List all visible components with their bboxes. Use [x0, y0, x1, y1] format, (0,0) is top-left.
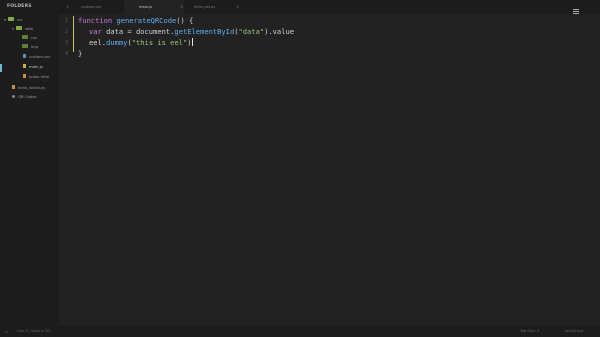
panel-toggle-icon[interactable]: ▫	[5, 329, 8, 334]
tree-folder-label: web	[25, 25, 33, 31]
code-token: document.	[135, 27, 175, 36]
tree-item-index-html[interactable]: index.html	[23, 72, 49, 80]
file-icon	[23, 74, 26, 78]
sidebar: FOLDERS src web css img custom.css main.…	[0, 0, 59, 337]
tree-item-hello-world[interactable]: hello_world.py	[12, 83, 45, 91]
line-number: 1	[65, 18, 69, 24]
folder-icon	[16, 26, 22, 30]
line-number: 3	[65, 40, 69, 46]
tab-custom-css[interactable]: × custom.css	[64, 0, 124, 14]
tab-hello-eel[interactable]: hello_eel.py ×	[184, 0, 244, 14]
tab-label: main.js	[139, 5, 152, 9]
tab-main-js[interactable]: main.js ×	[124, 0, 184, 14]
syntax-indicator[interactable]: JavaScript	[565, 329, 583, 333]
file-icon	[23, 54, 26, 58]
tab-label: custom.css	[81, 5, 102, 9]
tree-item-img[interactable]: img	[22, 42, 38, 50]
code-line-4: }	[78, 48, 82, 59]
string-token: "this is eel"	[131, 38, 188, 47]
tree-item-label: custom.css	[29, 53, 51, 59]
code-token: () {	[176, 16, 194, 25]
chevron-down-icon[interactable]	[12, 28, 14, 30]
tree-item-label: index.html	[29, 73, 50, 79]
function-name-token: generateQRCode	[116, 16, 177, 25]
tree-item-label: hello_world.py	[18, 84, 46, 90]
python-file-icon	[12, 85, 15, 89]
code-token: }	[78, 49, 83, 58]
chevron-down-icon[interactable]	[4, 19, 6, 21]
code-line-2: var data = document.getElementById("data…	[89, 26, 294, 37]
modified-lines-marker	[73, 16, 74, 52]
code-editor[interactable]: 1 2 3 4 function generateQRCode() { var …	[59, 14, 600, 326]
code-line-3: eel.dummy("this is eel")	[89, 37, 193, 48]
tab-bar: × custom.css main.js × hello_eel.py ×	[59, 0, 600, 14]
status-bar: ▫ Line 4, Column 30 Tab Size: 4 JavaScri…	[0, 326, 600, 337]
tree-item-main-js[interactable]: main.js	[23, 62, 43, 70]
tree-item-label: main.js	[29, 63, 43, 69]
code-token: ).value	[264, 27, 295, 36]
folder-icon	[8, 17, 14, 21]
sidebar-title: FOLDERS	[7, 4, 32, 9]
string-token: "data"	[238, 27, 265, 36]
line-number: 4	[65, 51, 69, 57]
tab-label: hello_eel.py	[194, 5, 216, 9]
code-line-1: function generateQRCode() {	[78, 15, 193, 26]
tree-item-qr-codes[interactable]: QR Codes	[12, 92, 37, 100]
code-token: data =	[101, 27, 136, 36]
text-cursor	[191, 38, 193, 46]
keyword-token: var	[89, 27, 102, 36]
tree-item-css[interactable]: css	[22, 33, 37, 41]
method-token: dummy	[106, 38, 128, 47]
tree-item-label: QR Codes	[18, 93, 37, 99]
file-icon	[23, 64, 26, 68]
tree-folder-web[interactable]: web	[16, 24, 33, 32]
cursor-position: Line 4, Column 30	[17, 329, 50, 333]
close-icon[interactable]: ×	[66, 4, 69, 9]
close-icon[interactable]: ×	[236, 4, 239, 9]
tree-folder-src[interactable]: src	[8, 15, 23, 23]
folder-closed-icon	[12, 94, 15, 98]
code-token: eel.	[89, 38, 107, 47]
tree-item-label: img	[31, 43, 39, 49]
tree-item-label: css	[31, 34, 38, 40]
tree-item-custom-css[interactable]: custom.css	[23, 52, 50, 60]
folder-icon	[22, 35, 28, 39]
active-file-indicator	[0, 64, 2, 72]
folder-icon	[22, 44, 28, 48]
tab-size-indicator[interactable]: Tab Size: 4	[520, 329, 539, 333]
tree-folder-label: src	[17, 16, 23, 22]
keyword-token: function	[78, 16, 113, 25]
line-number: 2	[65, 29, 69, 35]
close-icon[interactable]: ×	[180, 4, 183, 9]
method-token: getElementById	[174, 27, 235, 36]
